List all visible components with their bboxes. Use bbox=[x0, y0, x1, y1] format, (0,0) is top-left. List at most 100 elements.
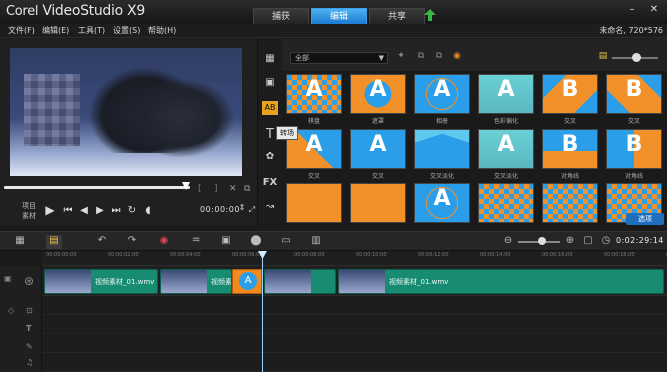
media-icon[interactable]: ▦ bbox=[262, 53, 278, 67]
video-track[interactable]: 视频素材_01.wmv 视频素材 A 视频素材_01.wmv bbox=[42, 266, 667, 296]
voice-track-icon[interactable]: ✎ bbox=[26, 342, 33, 351]
cut-icon[interactable]: ✕ bbox=[229, 184, 237, 194]
close-button[interactable]: ✕ bbox=[648, 4, 660, 16]
player-timecode[interactable]: 00:00:00 bbox=[200, 205, 240, 214]
transition-thumb[interactable]: A bbox=[350, 129, 406, 169]
enlarge-icon[interactable]: ⤢ bbox=[246, 205, 258, 215]
chevron-down-icon: ▼ bbox=[378, 54, 384, 62]
clip-name: 视频素材_01.wmv bbox=[389, 278, 449, 286]
clip-1[interactable]: 视频素材_01.wmv bbox=[44, 269, 158, 294]
transition-thumb[interactable] bbox=[414, 129, 470, 169]
scrubber-bar[interactable] bbox=[4, 186, 190, 189]
prev-frame-icon[interactable]: ◀ bbox=[78, 205, 90, 216]
undo-icon[interactable]: ↶ bbox=[94, 235, 110, 249]
zoom-in-icon[interactable]: ⊕ bbox=[562, 235, 578, 249]
category-select[interactable]: 全部 ▼ bbox=[290, 52, 388, 64]
menu-bar: 文件(F) 编辑(E) 工具(T) 设置(S) 帮助(H) 未命名, 720*5… bbox=[0, 24, 667, 38]
end-icon[interactable]: ⏭ bbox=[110, 205, 122, 216]
store-icon[interactable]: ◉ bbox=[450, 51, 464, 65]
transition-thumb[interactable]: A bbox=[350, 74, 406, 114]
transition-label: 交叉淡化 bbox=[429, 173, 454, 180]
voice-track[interactable] bbox=[42, 335, 667, 353]
ruler-tick-label: 00:00:16:00 bbox=[542, 252, 573, 258]
transition-thumb[interactable]: A bbox=[414, 74, 470, 114]
overlay-track-toggle[interactable]: ⊡ bbox=[26, 306, 33, 315]
music-track[interactable] bbox=[42, 354, 667, 372]
project-mode-label[interactable]: 项目 bbox=[22, 201, 36, 211]
transition-thumb[interactable]: B bbox=[542, 129, 598, 169]
transition-thumb[interactable]: A bbox=[478, 74, 534, 114]
favorite-icon[interactable]: ✦ bbox=[394, 51, 408, 65]
transition-icon[interactable]: AB bbox=[262, 101, 278, 115]
menu-help[interactable]: 帮助(H) bbox=[148, 25, 176, 36]
thumb-image bbox=[479, 184, 533, 222]
transition-thumb[interactable] bbox=[286, 183, 342, 223]
track-manager-icon[interactable]: ▣ bbox=[4, 274, 12, 283]
copy-icon[interactable]: ⧉ bbox=[244, 184, 250, 194]
ruler-tick-label: 00:00:02:00 bbox=[108, 252, 139, 258]
tab-capture[interactable]: 捕获 bbox=[253, 8, 309, 24]
menu-settings[interactable]: 设置(S) bbox=[113, 25, 140, 36]
graphic-icon[interactable]: ✿ bbox=[262, 151, 278, 165]
transition-thumb[interactable] bbox=[350, 183, 406, 223]
sound-mixer-icon[interactable]: ♒ bbox=[188, 235, 204, 249]
timeline-zoom-knob[interactable] bbox=[538, 237, 546, 245]
transition-thumb[interactable]: B bbox=[542, 74, 598, 114]
auto-music-icon[interactable]: ▣ bbox=[218, 235, 234, 249]
video-track-icon[interactable]: ⊛ bbox=[24, 274, 34, 288]
transition-thumb[interactable]: B bbox=[606, 74, 662, 114]
music-track-icon[interactable]: ♫ bbox=[26, 358, 33, 367]
storyboard-view-icon[interactable]: ▦ bbox=[12, 235, 28, 249]
title-track-icon[interactable]: T bbox=[26, 324, 31, 333]
timeline-view-icon[interactable]: ▤ bbox=[46, 235, 62, 249]
apply-current-icon[interactable]: ⧉ bbox=[432, 51, 446, 65]
play-icon[interactable]: ▶ bbox=[44, 203, 56, 217]
minimize-button[interactable]: – bbox=[626, 4, 638, 16]
playhead-line[interactable] bbox=[262, 251, 263, 372]
clip-4[interactable]: 视频素材_01.wmv bbox=[338, 269, 664, 294]
transition-label: 交叉淡化 bbox=[493, 173, 518, 180]
zoom-out-icon[interactable]: ⊖ bbox=[500, 235, 516, 249]
next-frame-icon[interactable]: ▶ bbox=[94, 205, 106, 216]
clip-mode-label[interactable]: 素材 bbox=[22, 211, 36, 221]
path-icon[interactable]: ↝ bbox=[262, 201, 278, 215]
clock-icon[interactable]: ◷ bbox=[598, 235, 614, 249]
mark-in-icon[interactable]: [ bbox=[198, 184, 202, 194]
apply-random-icon[interactable]: ⧉ bbox=[414, 51, 428, 65]
menu-tools[interactable]: 工具(T) bbox=[78, 25, 105, 36]
multi-camera-icon[interactable]: ▥ bbox=[308, 235, 324, 249]
clip-3[interactable] bbox=[264, 269, 336, 294]
volume-icon[interactable]: ◖ bbox=[142, 205, 154, 216]
transition-thumb[interactable] bbox=[542, 183, 598, 223]
upload-arrow-icon[interactable] bbox=[424, 9, 436, 21]
transition-thumb[interactable]: A bbox=[478, 129, 534, 169]
thumb-glyph: A bbox=[497, 77, 515, 102]
instant-project-icon[interactable]: ▣ bbox=[262, 77, 278, 91]
overlay-track[interactable] bbox=[42, 297, 667, 315]
tab-edit[interactable]: 编辑 bbox=[311, 8, 367, 24]
filter-icon[interactable]: FX bbox=[262, 177, 278, 191]
title-track[interactable] bbox=[42, 316, 667, 334]
mark-out-icon[interactable]: ] bbox=[214, 184, 218, 194]
overlay-track-icon[interactable]: ◇ bbox=[8, 306, 14, 315]
transition-thumb[interactable]: A bbox=[414, 183, 470, 223]
sort-icon[interactable]: ▤ bbox=[596, 51, 610, 65]
home-icon[interactable]: ⏮ bbox=[62, 205, 74, 216]
subtitle-editor-icon[interactable]: ▭ bbox=[278, 235, 294, 249]
timeline-ruler[interactable]: 00:00:00:00 00:00:02:00 00:00:04:00 00:00:0… bbox=[42, 251, 667, 266]
transition-thumb[interactable]: A bbox=[286, 74, 342, 114]
transition-thumb[interactable] bbox=[478, 183, 534, 223]
video-preview[interactable] bbox=[10, 48, 242, 176]
fit-project-icon[interactable]: ▢ bbox=[580, 235, 596, 249]
repeat-icon[interactable]: ↻ bbox=[126, 205, 138, 216]
options-button[interactable]: 选项 bbox=[626, 213, 664, 225]
redo-icon[interactable]: ↷ bbox=[124, 235, 140, 249]
record-capture-icon[interactable]: ◉ bbox=[156, 235, 172, 249]
menu-file[interactable]: 文件(F) bbox=[8, 25, 35, 36]
menu-edit[interactable]: 编辑(E) bbox=[42, 25, 69, 36]
clip-2[interactable]: 视频素材 bbox=[160, 269, 232, 294]
motion-tracking-icon[interactable]: ⬤ bbox=[248, 235, 264, 249]
transition-thumb[interactable]: B bbox=[606, 129, 662, 169]
thumb-zoom-knob[interactable] bbox=[632, 53, 641, 62]
tab-share[interactable]: 共享 bbox=[369, 8, 425, 24]
